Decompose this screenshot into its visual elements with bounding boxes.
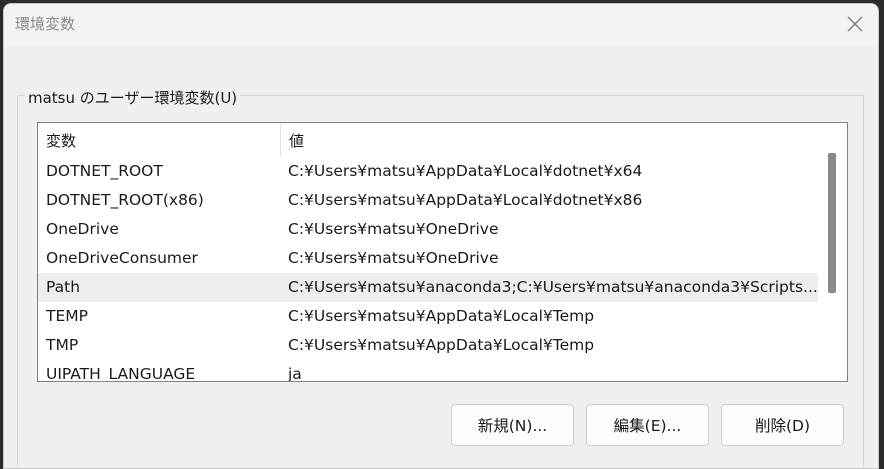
variable-name-cell: OneDrive <box>46 220 119 238</box>
list-body: DOTNET_ROOT C:¥Users¥matsu¥AppData¥Local¥… <box>38 157 819 382</box>
table-row[interactable]: DOTNET_ROOT C:¥Users¥matsu¥AppData¥Local¥… <box>38 157 819 186</box>
table-row[interactable]: Path C:¥Users¥matsu¥anaconda3;C:¥Users¥ma… <box>38 273 819 302</box>
new-variable-button[interactable]: 新規(N)... <box>451 404 574 446</box>
vertical-scrollbar[interactable] <box>818 123 847 381</box>
variable-name-cell: DOTNET_ROOT(x86) <box>46 191 204 209</box>
variable-value-cell: C:¥Users¥matsu¥OneDrive <box>288 220 499 238</box>
list-header: 変数 値 <box>38 123 847 156</box>
edit-variable-button[interactable]: 編集(E)... <box>586 404 709 446</box>
close-icon <box>847 16 863 32</box>
variable-name-cell: Path <box>46 278 81 296</box>
variable-value-cell: ja <box>288 365 302 382</box>
table-row[interactable]: TMP C:¥Users¥matsu¥AppData¥Local¥Temp <box>38 331 819 360</box>
table-row[interactable]: OneDrive C:¥Users¥matsu¥OneDrive <box>38 215 819 244</box>
variable-value-cell: C:¥Users¥matsu¥AppData¥Local¥Temp <box>288 336 595 354</box>
table-row[interactable]: OneDriveConsumer C:¥Users¥matsu¥OneDrive <box>38 244 819 273</box>
variable-value-cell: C:¥Users¥matsu¥AppData¥Local¥dotnet¥x64 <box>288 162 643 180</box>
delete-variable-button[interactable]: 削除(D) <box>721 404 844 446</box>
dialog-title: 環境変数 <box>15 15 76 33</box>
variable-value-cell: C:¥Users¥matsu¥AppData¥Local¥Temp <box>288 307 595 325</box>
variable-name-cell: DOTNET_ROOT <box>46 162 163 180</box>
table-row[interactable]: DOTNET_ROOT(x86) C:¥Users¥matsu¥AppData¥L… <box>38 186 819 215</box>
title-bar[interactable]: 環境変数 <box>4 4 878 46</box>
variable-value-cell: C:¥Users¥matsu¥OneDrive <box>288 249 499 267</box>
column-header-name[interactable]: 変数 <box>38 123 280 156</box>
variable-name-cell: TEMP <box>46 307 88 325</box>
scrollbar-thumb[interactable] <box>828 153 836 293</box>
variable-name-cell: OneDriveConsumer <box>46 249 198 267</box>
table-row[interactable]: UIPATH_LANGUAGE ja <box>38 360 819 382</box>
variable-name-cell: TMP <box>46 336 79 354</box>
close-button[interactable] <box>832 4 878 44</box>
user-variables-group-label: matsu のユーザー環境変数(U) <box>25 87 241 108</box>
variable-value-cell: C:¥Users¥matsu¥anaconda3;C:¥Users¥matsu¥… <box>288 278 818 296</box>
variable-name-cell: UIPATH_LANGUAGE <box>46 365 196 382</box>
column-header-value[interactable]: 値 <box>280 123 818 156</box>
table-row[interactable]: TEMP C:¥Users¥matsu¥AppData¥Local¥Temp <box>38 302 819 331</box>
variable-value-cell: C:¥Users¥matsu¥AppData¥Local¥dotnet¥x86 <box>288 191 643 209</box>
user-variables-list[interactable]: 変数 値 DOTNET_ROOT C:¥Users¥matsu¥AppData¥L… <box>37 122 848 382</box>
